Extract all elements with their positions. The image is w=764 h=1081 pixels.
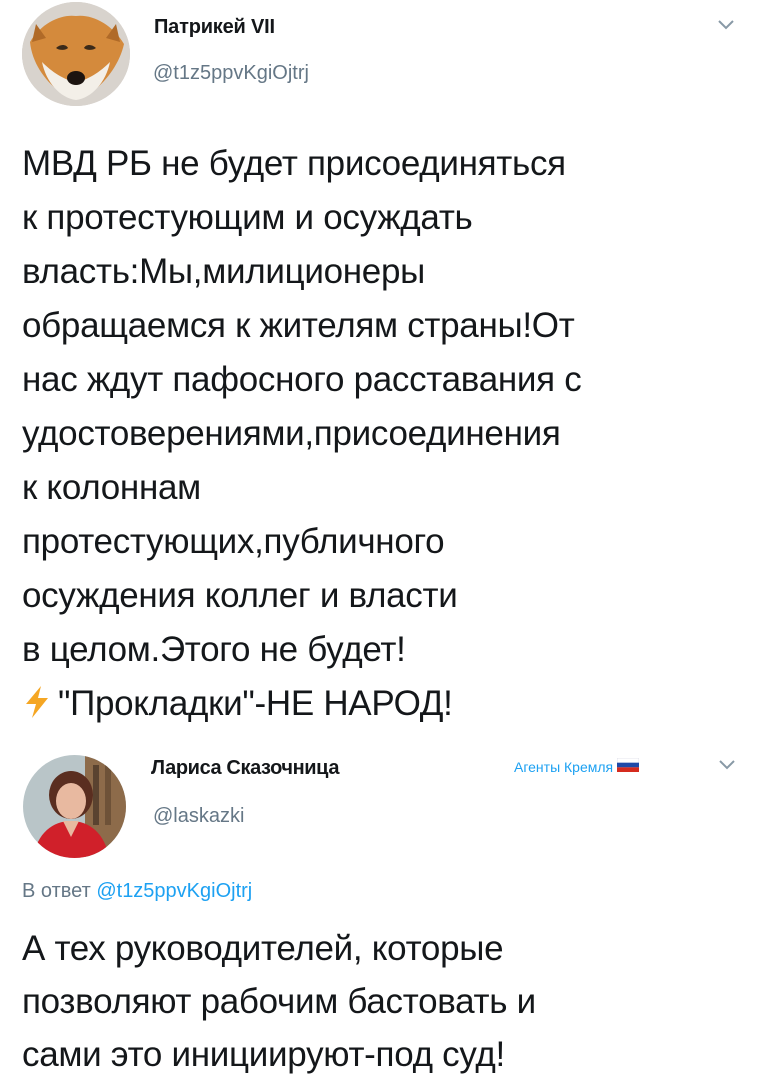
chevron-down-icon[interactable]	[717, 758, 737, 777]
profile-tagline: Агенты Кремля	[514, 757, 640, 775]
woman-portrait-avatar-icon[interactable]	[23, 755, 126, 858]
fox-avatar-icon[interactable]	[22, 2, 130, 106]
author-handle[interactable]: @laskazki	[153, 805, 244, 828]
tweet-body-last-line: "Прокладки"-НЕ НАРОД!	[58, 684, 453, 723]
tweet-reply: Лариса Сказочница @laskazki Агенты Кремл…	[0, 740, 764, 1080]
chevron-down-icon[interactable]	[716, 18, 736, 37]
tagline-text: Агенты Кремля	[514, 758, 614, 775]
reply-prefix: В ответ	[22, 880, 91, 902]
reply-context: В ответ @t1z5ppvKgiOjtrj	[22, 880, 252, 903]
tweet-body: А тех руководителей, которые позволяют р…	[22, 929, 536, 1074]
tweet-body-text: МВД РБ не будет присоединяться к протест…	[22, 144, 582, 669]
tweet-body: МВД РБ не будет присоединяться к протест…	[22, 137, 752, 735]
author-handle[interactable]: @t1z5ppvKgiOjtrj	[153, 62, 309, 85]
lightning-icon	[22, 681, 52, 735]
tweet-original: Патрикей VII @t1z5ppvKgiOjtrj МВД РБ не …	[0, 0, 764, 740]
author-name[interactable]: Патрикей VII	[154, 16, 275, 39]
russian-flag-icon	[616, 757, 640, 775]
author-name[interactable]: Лариса Сказочница	[151, 757, 339, 780]
reply-to-link[interactable]: @t1z5ppvKgiOjtrj	[96, 880, 252, 902]
